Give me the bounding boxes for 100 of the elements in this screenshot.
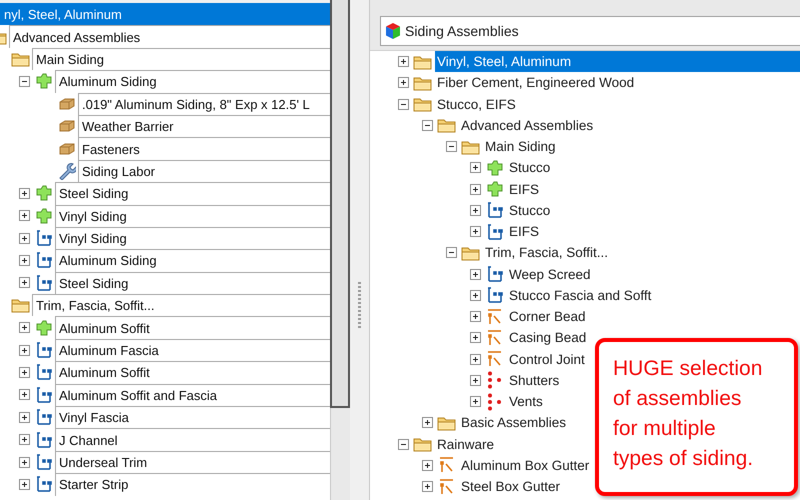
shape-icon <box>35 185 53 202</box>
tree-item[interactable]: Vinyl Siding <box>55 204 330 227</box>
expand-toggle[interactable] <box>470 332 480 344</box>
expand-toggle[interactable] <box>422 460 432 471</box>
tree-item[interactable]: Stucco <box>507 157 552 178</box>
tree-item[interactable]: Underseal Trim <box>55 450 330 474</box>
expand-toggle[interactable] <box>18 456 30 468</box>
tree-item[interactable]: Aluminum Siding <box>55 249 330 272</box>
expand-toggle[interactable] <box>18 76 30 87</box>
expand-toggle[interactable] <box>398 438 408 450</box>
expand-toggle[interactable] <box>470 374 480 386</box>
tree-item[interactable]: Main Siding <box>483 136 558 158</box>
expand-toggle[interactable] <box>422 481 432 492</box>
expand-toggle[interactable] <box>470 226 480 238</box>
tree-item[interactable]: Casing Bead <box>507 327 588 348</box>
expand-toggle[interactable] <box>470 290 480 301</box>
tree-item[interactable]: Rainware <box>435 434 496 455</box>
tree-item[interactable]: Aluminum Soffit <box>55 361 330 384</box>
tree-item[interactable]: Starter Strip <box>55 473 330 496</box>
bracket-icon <box>35 453 53 471</box>
bracket-icon <box>35 274 53 292</box>
expand-toggle[interactable] <box>18 434 30 446</box>
expand-toggle[interactable] <box>470 162 480 174</box>
shape-icon <box>486 181 504 198</box>
tree-item[interactable]: Stucco, EIFS <box>435 94 518 115</box>
tree-item[interactable]: Main Siding <box>32 48 330 70</box>
expand-toggle[interactable] <box>470 268 480 280</box>
expand-toggle[interactable] <box>470 184 480 195</box>
tree-item[interactable]: Fasteners <box>78 137 330 160</box>
tree-item[interactable]: Aluminum Siding <box>55 70 330 93</box>
tree-item[interactable]: .019" Aluminum Siding, 8" Exp x 12.5' L <box>78 92 330 115</box>
shape-icon <box>486 160 504 176</box>
dots-icon <box>486 371 504 390</box>
tree-item[interactable]: Advanced Assemblies <box>459 114 596 136</box>
expand-toggle[interactable] <box>398 56 408 68</box>
expand-toggle[interactable] <box>470 204 480 216</box>
expand-toggle[interactable] <box>18 210 30 222</box>
tree-item[interactable]: Corner Bead <box>507 306 588 328</box>
expand-toggle[interactable] <box>18 322 30 334</box>
expand-toggle[interactable] <box>398 98 408 110</box>
expand-toggle[interactable] <box>422 417 432 428</box>
scrollbar-thumb[interactable] <box>330 0 350 408</box>
tree-item[interactable]: Control Joint <box>507 348 587 370</box>
tree-item[interactable]: Aluminum Fascia <box>55 338 330 362</box>
folder-icon <box>461 138 481 155</box>
expand-toggle[interactable] <box>18 412 30 423</box>
folder-icon <box>437 117 457 134</box>
tree-item[interactable]: Basic Assemblies <box>459 412 568 434</box>
expand-toggle[interactable] <box>470 396 480 408</box>
tree-item[interactable]: Weather Barrier <box>78 114 330 138</box>
angle-icon <box>486 350 504 368</box>
folder-icon <box>437 414 457 431</box>
tree-item[interactable]: J Channel <box>55 428 330 451</box>
tree-item[interactable]: Trim, Fascia, Soffit... <box>483 242 610 264</box>
expand-toggle[interactable] <box>18 232 30 244</box>
tree-item[interactable]: Steel Box Gutter <box>459 476 562 498</box>
tree-item[interactable]: Stucco Fascia and Sofft <box>507 284 654 306</box>
expand-toggle[interactable] <box>398 77 408 88</box>
tree-item[interactable]: nyl, Steel, Aluminum <box>0 3 330 26</box>
tree-item[interactable]: Vinyl Fascia <box>55 406 330 428</box>
tree-item[interactable]: Siding Labor <box>78 160 330 182</box>
tree-item[interactable]: Advanced Assemblies <box>9 25 330 48</box>
tree-item[interactable]: Stucco <box>507 200 552 221</box>
tree-item[interactable]: Vinyl, Steel, Aluminum <box>435 51 800 72</box>
expand-toggle[interactable] <box>470 354 480 365</box>
expand-toggle[interactable] <box>422 120 432 131</box>
tree-item[interactable]: Aluminum Soffit and Fascia <box>55 384 330 406</box>
expand-toggle[interactable] <box>18 277 30 288</box>
scrollbar[interactable] <box>330 0 350 500</box>
tree-item[interactable]: Weep Screed <box>507 264 593 285</box>
bracket-icon <box>486 201 504 220</box>
angle-icon <box>438 478 456 496</box>
tree-item[interactable]: Aluminum Soffit <box>55 316 330 339</box>
tree-item[interactable]: Trim, Fascia, Soffit... <box>32 294 330 316</box>
tree-item[interactable]: Aluminum Box Gutter <box>459 454 592 476</box>
expand-toggle[interactable] <box>18 188 30 199</box>
grip-icon[interactable] <box>358 282 361 330</box>
tree-item[interactable]: Vinyl Siding <box>55 226 330 250</box>
expand-toggle[interactable] <box>446 141 456 152</box>
tree-item[interactable]: EIFS <box>507 178 542 200</box>
shape-icon <box>35 320 53 336</box>
bracket-icon <box>35 341 53 360</box>
expand-toggle[interactable] <box>18 389 30 400</box>
wrench-icon <box>58 162 76 180</box>
expand-toggle[interactable] <box>470 311 480 322</box>
tree-item[interactable]: Shutters <box>507 370 562 391</box>
expand-toggle[interactable] <box>18 366 30 378</box>
expand-toggle[interactable] <box>446 247 456 258</box>
folder-icon <box>11 50 31 67</box>
bracket-icon <box>486 286 504 304</box>
expand-toggle[interactable] <box>18 344 30 356</box>
tree-item[interactable]: EIFS <box>507 221 542 242</box>
category-dropdown[interactable]: Siding Assemblies <box>380 16 800 46</box>
expand-toggle[interactable] <box>18 478 30 490</box>
expand-toggle[interactable] <box>18 254 30 266</box>
bracket-icon <box>35 363 53 382</box>
tree-item[interactable]: Vents <box>507 391 545 412</box>
tree-item[interactable]: Fiber Cement, Engineered Wood <box>435 72 636 94</box>
tree-item[interactable]: Steel Siding <box>55 182 330 205</box>
tree-item[interactable]: Steel Siding <box>55 272 330 294</box>
